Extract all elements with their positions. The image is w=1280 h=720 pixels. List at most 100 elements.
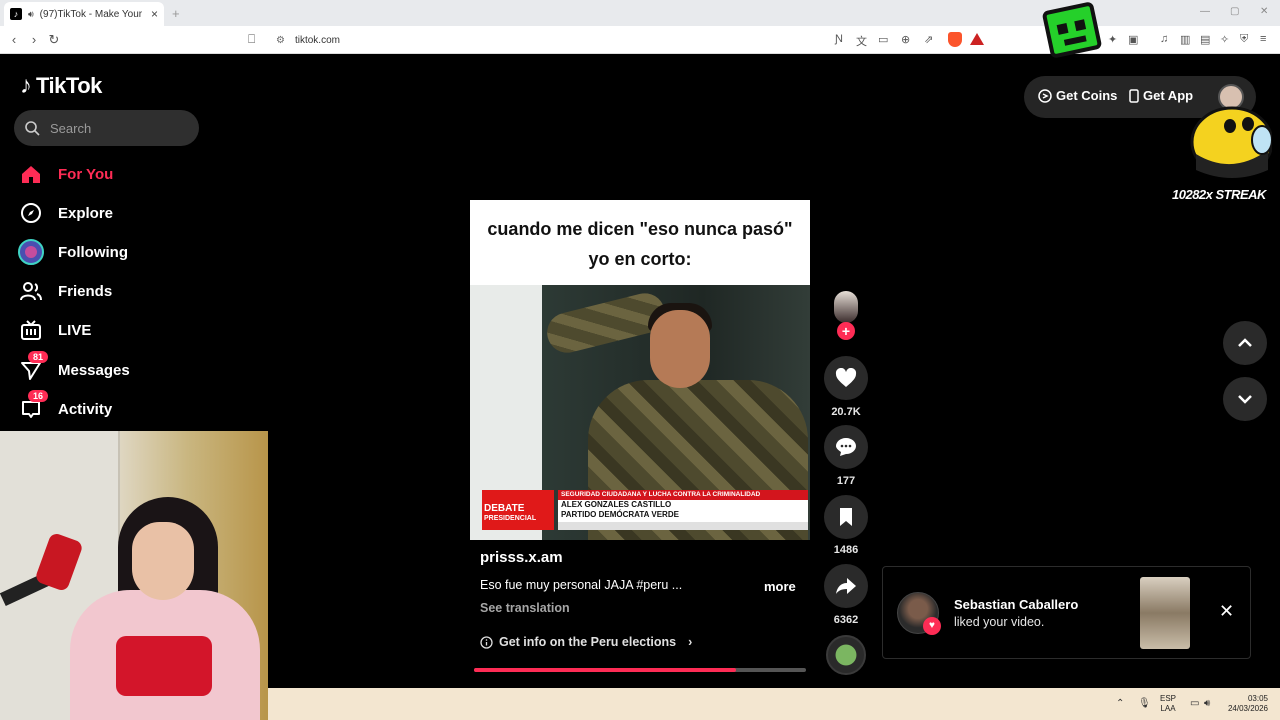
share-button[interactable] (824, 564, 868, 608)
lower-third-topic: SEGURIDAD CIUDADANA Y LUCHA CONTRA LA CR… (558, 490, 808, 500)
close-tab-icon[interactable]: × (151, 7, 158, 21)
cast-icon[interactable]: ▭ (878, 33, 888, 46)
network-icon[interactable]: ▭ (1190, 698, 1199, 709)
share-icon[interactable]: ⇗ (924, 33, 933, 46)
forward-icon[interactable]: › (26, 32, 42, 47)
sidebar-item-for-you[interactable]: For You (18, 159, 218, 189)
brave-shield-icon[interactable] (948, 32, 962, 47)
coin-icon (1038, 88, 1052, 103)
speaker-icon[interactable]: 🔊︎ (28, 9, 34, 20)
election-info-label: Get info on the Peru elections (499, 635, 677, 649)
sidebar-item-messages[interactable]: 81 Messages (18, 351, 218, 385)
back-icon[interactable]: ‹ (6, 32, 22, 47)
next-video-button[interactable] (1223, 377, 1267, 421)
reload-icon[interactable]: ↻ (46, 32, 62, 48)
maximize-icon[interactable]: ▢ (1230, 6, 1239, 17)
video-player[interactable]: cuando me dicen "eso nunca pasó" yo en c… (470, 200, 810, 540)
search-input[interactable]: Search (14, 110, 199, 146)
sidebar-item-live[interactable]: LIVE (18, 315, 218, 345)
more-button[interactable]: more (764, 579, 796, 594)
sidebar-item-label: For You (58, 165, 114, 183)
sidebar-item-following[interactable]: Following (18, 237, 218, 267)
save-button[interactable] (824, 495, 868, 539)
election-info-link[interactable]: Get info on the Peru elections › (480, 635, 692, 649)
lang-line-1: ESP (1160, 694, 1177, 703)
sidebar-item-activity[interactable]: 16 Activity (18, 390, 218, 424)
search-placeholder: Search (50, 120, 92, 136)
comment-button[interactable] (824, 425, 868, 469)
language-indicator[interactable]: ESP LAA (1160, 694, 1176, 714)
bookmark-icon[interactable]: ⎕ (248, 32, 255, 47)
minimize-icon[interactable]: — (1200, 6, 1210, 17)
media-icon[interactable]: ♫ (1160, 33, 1168, 45)
comment-icon (836, 438, 856, 456)
notification-name: Sebastian Caballero (954, 597, 1079, 612)
url-text: tiktok.com (294, 34, 340, 46)
no-tracking-icon[interactable]: Ɲ (835, 33, 843, 45)
live-tv-icon (18, 317, 44, 343)
translate-icon[interactable]: 文 (856, 33, 867, 49)
menu-icon[interactable]: ≡ (1260, 33, 1266, 45)
bee-streak-overlay-icon (1190, 106, 1272, 178)
zoom-icon[interactable]: ⊕ (901, 33, 910, 46)
sidebar-item-explore[interactable]: Explore (18, 198, 218, 228)
bookmark-icon (840, 508, 852, 526)
caption-line-1: cuando me dicen "eso nunca pasó" (487, 219, 793, 239)
share-count: 6362 (833, 614, 859, 626)
follow-plus-icon[interactable]: + (837, 322, 855, 340)
previous-video-button[interactable] (1223, 321, 1267, 365)
microphone-icon[interactable]: 🎙︎ (1138, 698, 1151, 709)
wallet-icon[interactable]: ▣ (1128, 33, 1138, 46)
extensions-icon[interactable]: ✦ (1108, 33, 1117, 46)
new-tab-icon[interactable]: + (172, 6, 180, 21)
sidebar-item-label: Explore (58, 204, 114, 222)
video-footage: DEBATE PRESIDENCIAL SEGURIDAD CIUDADANA Y… (470, 285, 810, 540)
leo-ai-icon[interactable]: ✧ (1220, 33, 1229, 46)
notification-thumbnail[interactable] (1140, 577, 1190, 649)
video-author[interactable]: prisss.x.am (480, 549, 563, 566)
lang-line-2: LAA (1160, 704, 1176, 713)
sidebar-item-label: Messages (58, 361, 130, 379)
tray-chevron-up-icon[interactable]: ⌃ (1116, 698, 1124, 709)
webcam-person-top (116, 636, 212, 696)
vpn-icon[interactable]: ⛨ (1240, 33, 1248, 46)
video-progress-bar[interactable] (474, 668, 806, 672)
get-coins-button[interactable]: Get Coins (1038, 88, 1117, 103)
clock-date: 24/03/2026 (1227, 704, 1268, 713)
sidebar-item-label: Friends (58, 282, 113, 300)
tiktok-logo[interactable]: ♪ TikTok (20, 72, 102, 100)
brave-rewards-icon[interactable] (970, 33, 984, 45)
sidebar-item-label: LIVE (58, 321, 92, 339)
presidential-label: PRESIDENCIAL (484, 515, 537, 522)
creator-avatar[interactable] (834, 291, 858, 323)
following-avatar-icon (18, 239, 44, 265)
tab-title: (97)TikTok - Make Your Day (39, 8, 145, 20)
messages-badge: 81 (28, 351, 49, 363)
see-translation-link[interactable]: See translation (480, 601, 570, 615)
webcam-person-face (132, 522, 194, 600)
home-icon (18, 161, 44, 187)
like-button[interactable] (824, 356, 868, 400)
tiktok-favicon-icon: ♪ (10, 8, 22, 20)
close-icon[interactable]: ✕ (1219, 601, 1234, 622)
sound-disc[interactable] (826, 635, 866, 675)
wallet2-icon[interactable]: ▤ (1200, 33, 1210, 46)
close-window-icon[interactable]: ✕ (1260, 6, 1268, 17)
sidebar-item-friends[interactable]: Friends (18, 276, 218, 306)
system-clock[interactable]: 03:05 24/03/2026 (1226, 694, 1268, 714)
share-arrow-icon (836, 578, 856, 594)
friends-icon (18, 278, 44, 304)
volume-icon[interactable]: 🔊︎ (1204, 698, 1210, 709)
site-settings-icon[interactable]: ⚙ (276, 35, 285, 46)
activity-icon: 16 (18, 390, 49, 422)
messages-icon: 81 (18, 351, 49, 383)
browser-tab[interactable]: ♪ 🔊︎ (97)TikTok - Make Your Day × (4, 2, 164, 26)
video-caption-overlay: cuando me dicen "eso nunca pasó" yo en c… (470, 214, 810, 274)
sidebar-toggle-icon[interactable]: ▥ (1180, 33, 1190, 46)
notification-action: liked your video. (954, 615, 1045, 629)
chevron-right-icon: › (688, 635, 693, 649)
video-description: Eso fue muy personal JAJA #peru ... (480, 578, 683, 592)
like-notification[interactable]: ♥ Sebastian Caballero liked your video. … (882, 566, 1251, 659)
search-icon (25, 121, 40, 136)
activity-badge: 16 (28, 390, 49, 402)
